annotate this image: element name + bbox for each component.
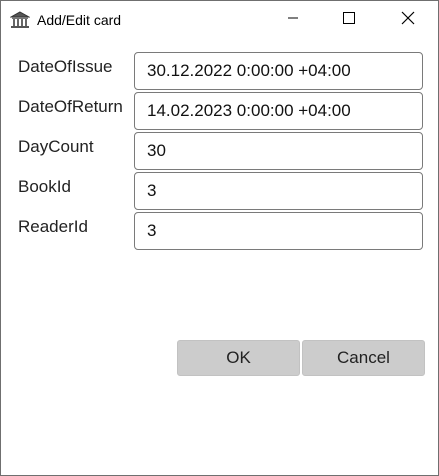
book-id-label: BookId — [18, 177, 71, 196]
date-of-return-label: DateOfReturn — [18, 97, 123, 116]
close-button[interactable] — [385, 1, 431, 39]
ok-button[interactable]: OK — [177, 340, 300, 376]
date-of-issue-label: DateOfIssue — [18, 57, 113, 76]
close-icon — [401, 11, 415, 30]
book-id-field[interactable] — [134, 172, 423, 210]
maximize-button[interactable] — [326, 1, 372, 39]
day-count-label: DayCount — [18, 137, 94, 156]
window-title: Add/Edit card — [37, 12, 122, 28]
minimize-button[interactable] — [270, 1, 316, 39]
dialog-window: Add/Edit card DateOfIssue DateOfReturn D… — [0, 0, 439, 476]
date-of-issue-field[interactable] — [134, 52, 423, 90]
cancel-button[interactable]: Cancel — [302, 340, 425, 376]
title-bar[interactable]: Add/Edit card — [1, 1, 438, 39]
day-count-field[interactable] — [134, 132, 423, 170]
reader-id-label: ReaderId — [18, 217, 88, 236]
bank-icon — [9, 11, 31, 29]
reader-id-field[interactable] — [134, 212, 423, 250]
maximize-icon — [343, 11, 355, 29]
date-of-return-field[interactable] — [134, 92, 423, 130]
minimize-icon — [287, 11, 299, 29]
